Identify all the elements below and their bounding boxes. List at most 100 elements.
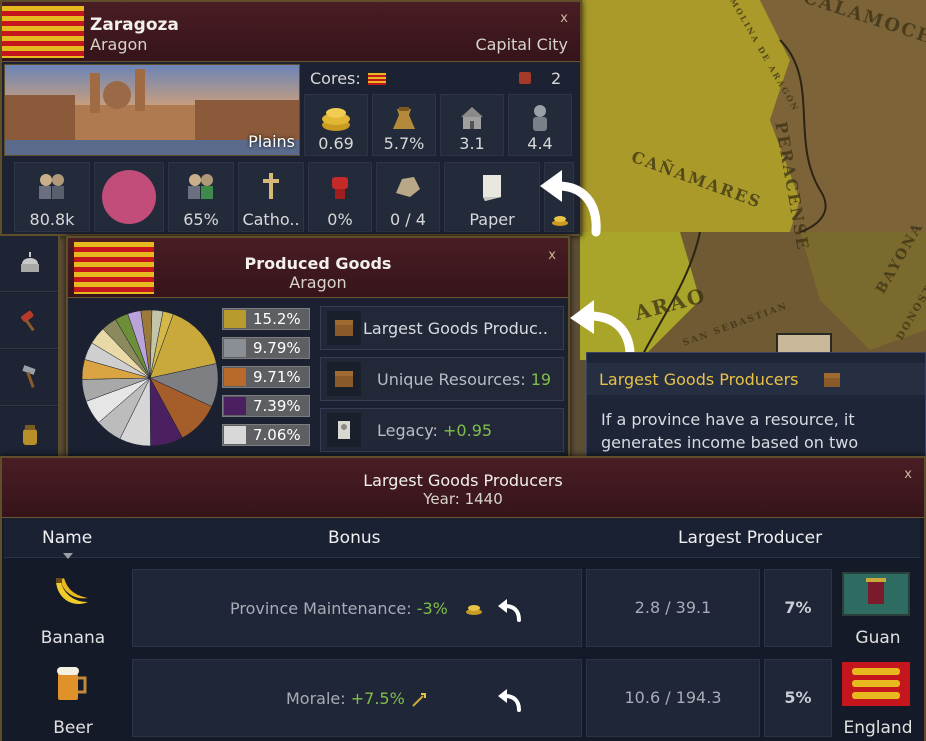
satisfaction-tile[interactable]: 65% [168, 162, 234, 232]
goods-jar-icon [23, 425, 37, 445]
goods-share-value: 7.06% [253, 426, 301, 444]
sidebar-item-parliament[interactable] [0, 236, 58, 292]
side-toolbar [0, 236, 60, 463]
largest-goods-window[interactable]: Largest Goods Producers Year: 1440 x Nam… [0, 456, 926, 741]
capitol-dome-icon [21, 252, 39, 272]
hint-arrow-icon [498, 689, 521, 712]
goods-share-value: 9.79% [253, 339, 301, 357]
bonus-text: Province Maintenance: -3% [230, 599, 448, 618]
producer-cell[interactable]: Guan [836, 566, 920, 650]
bonus-cell[interactable]: Province Maintenance: -3% [132, 569, 582, 647]
producer-name: Guan [855, 628, 901, 648]
hint-arrow-icon [540, 170, 601, 237]
produced-goods-window[interactable]: Produced Goods Aragon x 15.2% 9.79% 9.71… [66, 236, 570, 458]
tooltip-panel: Largest Goods Producers If a province ha… [586, 352, 926, 458]
province-close-button[interactable]: x [560, 11, 568, 26]
tooltip-title: Largest Goods Producers [599, 370, 799, 389]
stat-tile-development[interactable]: 3.1 [440, 94, 504, 156]
table-row[interactable]: Banana Province Maintenance: -3% 2.8 / 3… [4, 566, 920, 650]
largest-goods-year: Year: 1440 [423, 490, 503, 508]
goods-share-row-wine[interactable]: 7.39% [222, 395, 310, 417]
largest-goods-close-button[interactable]: x [904, 467, 912, 482]
population-tile[interactable]: 80.8k [14, 162, 90, 232]
stat-tile-production[interactable]: 5.7% [372, 94, 436, 156]
guan-flag-icon[interactable] [842, 572, 910, 616]
bonus-text: Morale: +7.5% [286, 689, 405, 708]
producer-cell[interactable]: England [836, 656, 920, 740]
wine-icon [224, 397, 246, 415]
province-status: Capital City [475, 35, 568, 54]
ore-tile[interactable]: 0 / 4 [376, 162, 440, 232]
aragon-flag-icon [2, 6, 84, 58]
trade-good-tile[interactable]: Paper [444, 162, 540, 232]
column-bonus[interactable]: Bonus [328, 528, 380, 548]
largest-goods-producers-label: Largest Goods Produc.. [363, 319, 548, 338]
goods-pie-chart[interactable] [80, 308, 220, 448]
chest-icon [327, 362, 361, 396]
stat-production-value: 5.7% [383, 134, 425, 153]
terrain-label: Plains [248, 132, 295, 151]
unrest-tile[interactable]: 0% [308, 162, 372, 232]
column-largest-producer[interactable]: Largest Producer [678, 528, 822, 548]
fish-icon [224, 339, 246, 357]
goods-share-row-fish[interactable]: 9.79% [222, 337, 310, 359]
good-name: Beer [53, 718, 93, 738]
people-icon [188, 174, 213, 199]
bonus-label: Morale: [286, 689, 351, 708]
core-flag-icon[interactable] [368, 73, 386, 85]
table-row[interactable]: Beer Morale: +7.5% 10.6 / 194.3 5% Engla… [4, 656, 920, 740]
unique-resources-text: Unique Resources: 19 [377, 370, 551, 389]
scroll-shape [338, 421, 350, 439]
goods-share-value: 7.39% [253, 397, 301, 415]
largest-goods-header: Largest Goods Producers Year: 1440 x [2, 458, 924, 518]
province-city-image[interactable]: Plains [4, 64, 300, 156]
stat-tile-tax[interactable]: 0.69 [304, 94, 368, 156]
produced-goods-close-button[interactable]: x [548, 248, 556, 263]
sort-down-icon[interactable] [63, 553, 73, 559]
legacy-text: Legacy: +0.95 [377, 421, 492, 440]
goods-share-row-salt[interactable]: 7.06% [222, 424, 310, 446]
stat-tax-value: 0.69 [318, 134, 354, 153]
column-name[interactable]: Name [42, 528, 92, 548]
stat-development-value: 3.1 [459, 134, 485, 153]
province-owner: Aragon [90, 35, 148, 54]
sidebar-item-goods[interactable] [0, 407, 58, 463]
largest-goods-producers-button[interactable]: Largest Goods Produc.. [320, 306, 564, 350]
salt-icon [224, 426, 246, 444]
core-count: 2 [551, 69, 562, 88]
amount-cell: 2.8 / 39.1 [586, 569, 760, 647]
culture-tile[interactable] [94, 162, 164, 232]
province-header: Zaragoza Aragon Capital City x [2, 2, 580, 62]
cattle-icon [224, 368, 246, 386]
england-flag-icon[interactable] [842, 662, 910, 706]
goods-sack-icon [393, 107, 415, 129]
good-cell[interactable]: Banana [6, 566, 128, 650]
cross-icon [263, 173, 279, 199]
unique-resources-button[interactable]: Unique Resources: 19 [320, 357, 564, 401]
religion-value: Catho.. [242, 210, 300, 229]
ore-value: 0 / 4 [390, 210, 426, 229]
bonus-cell[interactable]: Morale: +7.5% [132, 659, 582, 737]
legacy-button[interactable]: Legacy: +0.95 [320, 408, 564, 452]
building-icon [461, 107, 483, 129]
goods-share-value: 15.2% [253, 310, 301, 328]
sidebar-item-courthouse[interactable] [0, 293, 58, 349]
tooltip-body-line-1: If a province have a resource, it [601, 410, 855, 429]
produced-goods-subtitle: Aragon [289, 273, 347, 292]
bonus-value: +7.5% [350, 689, 405, 708]
sidebar-item-buildings[interactable] [0, 350, 58, 406]
goods-share-value: 9.71% [253, 368, 301, 386]
sword-icon [412, 693, 426, 707]
goods-share-row-grain[interactable]: 15.2% [222, 308, 310, 330]
tooltip-body-line-2: generates income based on two [601, 433, 859, 452]
culture-circle-icon [102, 170, 156, 224]
province-window[interactable]: Zaragoza Aragon Capital City x Plains Co… [0, 0, 582, 236]
amount-cell: 10.6 / 194.3 [586, 659, 760, 737]
good-cell[interactable]: Beer [6, 656, 128, 740]
religion-tile[interactable]: Catho.. [238, 162, 304, 232]
stat-manpower-value: 4.4 [527, 134, 553, 153]
produced-goods-header: Produced Goods Aragon x [68, 238, 568, 298]
legacy-value: +0.95 [443, 421, 493, 440]
stat-tile-manpower[interactable]: 4.4 [508, 94, 572, 156]
goods-share-row-cattle[interactable]: 9.71% [222, 366, 310, 388]
